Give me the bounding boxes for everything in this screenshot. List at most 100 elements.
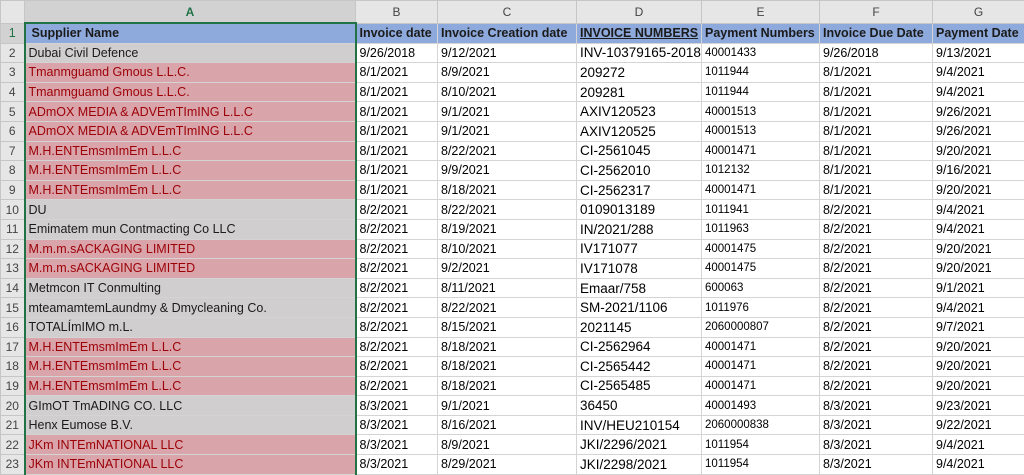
invoice-number-cell[interactable]: CI-2562317: [577, 180, 702, 200]
invoice-creation-date-cell[interactable]: 8/22/2021: [438, 141, 577, 161]
header-cell-invoice-date[interactable]: Invoice date: [356, 23, 438, 43]
payment-date-cell[interactable]: 9/16/2021: [933, 161, 1024, 181]
invoice-due-date-cell[interactable]: 8/1/2021: [820, 82, 933, 102]
invoice-creation-date-cell[interactable]: 9/9/2021: [438, 161, 577, 181]
payment-number-cell[interactable]: 1011954: [702, 435, 820, 455]
row-number[interactable]: 23: [1, 455, 25, 475]
payment-number-cell[interactable]: 40001475: [702, 239, 820, 259]
invoice-due-date-cell[interactable]: 8/3/2021: [820, 455, 933, 475]
row-number[interactable]: 12: [1, 239, 25, 259]
row-number[interactable]: 6: [1, 121, 25, 141]
supplier-name-cell[interactable]: M.H.ENTEmsmImEm L.L.C: [25, 337, 356, 357]
supplier-name-cell[interactable]: mteamamtemLaundmy & Dmycleaning Co.: [25, 298, 356, 318]
header-cell-supplier-name[interactable]: Supplier Name: [25, 23, 356, 43]
invoice-creation-date-cell[interactable]: 8/18/2021: [438, 376, 577, 396]
column-header-e[interactable]: E: [702, 1, 820, 24]
supplier-name-cell[interactable]: ADmOX MEDIA & ADVEmTImING L.L.C: [25, 121, 356, 141]
column-header-c[interactable]: C: [438, 1, 577, 24]
invoice-number-cell[interactable]: JKI/2296/2021: [577, 435, 702, 455]
column-header-g[interactable]: G: [933, 1, 1024, 24]
payment-number-cell[interactable]: 40001471: [702, 337, 820, 357]
row-number[interactable]: 16: [1, 317, 25, 337]
invoice-date-cell[interactable]: 8/2/2021: [356, 298, 438, 318]
payment-number-cell[interactable]: 40001471: [702, 357, 820, 377]
row-number[interactable]: 8: [1, 161, 25, 181]
column-header-f[interactable]: F: [820, 1, 933, 24]
supplier-name-cell[interactable]: TOTALÍmIMO m.L.: [25, 317, 356, 337]
invoice-creation-date-cell[interactable]: 8/18/2021: [438, 337, 577, 357]
supplier-name-cell[interactable]: Emimatem mun Contmacting Co LLC: [25, 219, 356, 239]
payment-number-cell[interactable]: 1011976: [702, 298, 820, 318]
invoice-number-cell[interactable]: IV171078: [577, 259, 702, 279]
invoice-date-cell[interactable]: 8/3/2021: [356, 415, 438, 435]
payment-number-cell[interactable]: 1011944: [702, 82, 820, 102]
invoice-creation-date-cell[interactable]: 9/2/2021: [438, 259, 577, 279]
invoice-date-cell[interactable]: 8/3/2021: [356, 435, 438, 455]
invoice-date-cell[interactable]: 8/1/2021: [356, 121, 438, 141]
invoice-creation-date-cell[interactable]: 8/16/2021: [438, 415, 577, 435]
row-number[interactable]: 7: [1, 141, 25, 161]
payment-date-cell[interactable]: 9/4/2021: [933, 82, 1024, 102]
invoice-due-date-cell[interactable]: 8/1/2021: [820, 180, 933, 200]
row-number[interactable]: 13: [1, 259, 25, 279]
invoice-due-date-cell[interactable]: 8/2/2021: [820, 376, 933, 396]
row-number[interactable]: 1: [1, 23, 25, 43]
invoice-due-date-cell[interactable]: 8/1/2021: [820, 121, 933, 141]
supplier-name-cell[interactable]: M.H.ENTEmsmImEm L.L.C: [25, 376, 356, 396]
supplier-name-cell[interactable]: Metmcon IT Conmulting: [25, 278, 356, 298]
invoice-due-date-cell[interactable]: 8/1/2021: [820, 63, 933, 83]
invoice-number-cell[interactable]: CI-2562010: [577, 161, 702, 181]
invoice-creation-date-cell[interactable]: 8/22/2021: [438, 298, 577, 318]
invoice-date-cell[interactable]: 8/2/2021: [356, 376, 438, 396]
invoice-creation-date-cell[interactable]: 8/15/2021: [438, 317, 577, 337]
invoice-due-date-cell[interactable]: 8/3/2021: [820, 415, 933, 435]
invoice-due-date-cell[interactable]: 8/2/2021: [820, 357, 933, 377]
row-number[interactable]: 11: [1, 219, 25, 239]
invoice-creation-date-cell[interactable]: 8/10/2021: [438, 82, 577, 102]
invoice-date-cell[interactable]: 9/26/2018: [356, 43, 438, 63]
invoice-number-cell[interactable]: 0109013189: [577, 200, 702, 220]
supplier-name-cell[interactable]: M.H.ENTEmsmImEm L.L.C: [25, 180, 356, 200]
invoice-creation-date-cell[interactable]: 8/9/2021: [438, 435, 577, 455]
payment-number-cell[interactable]: 40001513: [702, 121, 820, 141]
invoice-creation-date-cell[interactable]: 9/1/2021: [438, 396, 577, 416]
invoice-date-cell[interactable]: 8/2/2021: [356, 219, 438, 239]
payment-date-cell[interactable]: 9/26/2021: [933, 102, 1024, 122]
invoice-creation-date-cell[interactable]: 8/22/2021: [438, 200, 577, 220]
payment-date-cell[interactable]: 9/20/2021: [933, 180, 1024, 200]
invoice-number-cell[interactable]: AXIV120525: [577, 121, 702, 141]
payment-number-cell[interactable]: 1011963: [702, 219, 820, 239]
supplier-name-cell[interactable]: M.H.ENTEmsmImEm L.L.C: [25, 357, 356, 377]
payment-number-cell[interactable]: 2060000807: [702, 317, 820, 337]
invoice-creation-date-cell[interactable]: 9/12/2021: [438, 43, 577, 63]
supplier-name-cell[interactable]: ADmOX MEDIA & ADVEmTImING L.L.C: [25, 102, 356, 122]
invoice-due-date-cell[interactable]: 8/2/2021: [820, 298, 933, 318]
payment-number-cell[interactable]: 1011941: [702, 200, 820, 220]
invoice-creation-date-cell[interactable]: 8/19/2021: [438, 219, 577, 239]
invoice-number-cell[interactable]: CI-2565442: [577, 357, 702, 377]
payment-date-cell[interactable]: 9/20/2021: [933, 259, 1024, 279]
payment-date-cell[interactable]: 9/20/2021: [933, 239, 1024, 259]
payment-date-cell[interactable]: 9/4/2021: [933, 200, 1024, 220]
invoice-creation-date-cell[interactable]: 8/18/2021: [438, 357, 577, 377]
invoice-date-cell[interactable]: 8/3/2021: [356, 396, 438, 416]
invoice-due-date-cell[interactable]: 8/2/2021: [820, 317, 933, 337]
payment-number-cell[interactable]: 40001433: [702, 43, 820, 63]
invoice-due-date-cell[interactable]: 8/2/2021: [820, 278, 933, 298]
supplier-name-cell[interactable]: JKm INTEmNATIONAL LLC: [25, 455, 356, 475]
invoice-due-date-cell[interactable]: 8/3/2021: [820, 396, 933, 416]
supplier-name-cell[interactable]: M.m.m.sACKAGING LIMITED: [25, 259, 356, 279]
row-number[interactable]: 19: [1, 376, 25, 396]
invoice-due-date-cell[interactable]: 8/2/2021: [820, 239, 933, 259]
payment-number-cell[interactable]: 40001493: [702, 396, 820, 416]
invoice-creation-date-cell[interactable]: 8/10/2021: [438, 239, 577, 259]
invoice-due-date-cell[interactable]: 8/2/2021: [820, 259, 933, 279]
invoice-number-cell[interactable]: CI-2565485: [577, 376, 702, 396]
spreadsheet-grid[interactable]: A B C D E F G 1 Supplier Name Invoice da…: [0, 0, 1024, 475]
select-all-corner[interactable]: [1, 1, 25, 24]
column-header-b[interactable]: B: [356, 1, 438, 24]
header-cell-payment-numbers[interactable]: Payment Numbers: [702, 23, 820, 43]
invoice-date-cell[interactable]: 8/1/2021: [356, 141, 438, 161]
payment-number-cell[interactable]: 40001471: [702, 180, 820, 200]
invoice-date-cell[interactable]: 8/1/2021: [356, 161, 438, 181]
